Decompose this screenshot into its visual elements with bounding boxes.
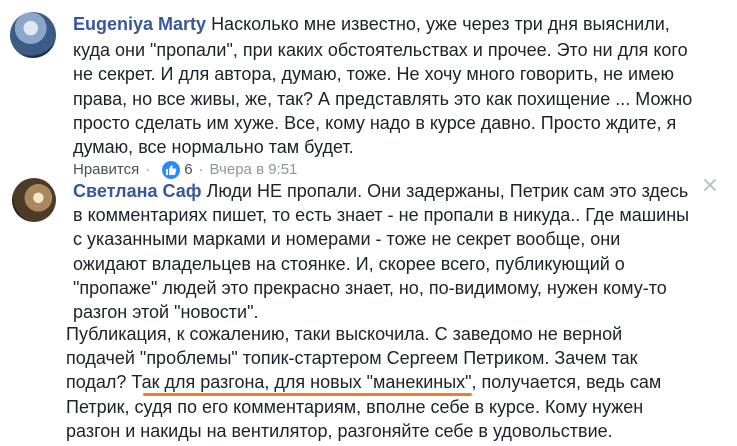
comment-1-line-3: не секрет. И для автора, думаю, тоже. Не… — [73, 64, 674, 84]
comment-1-line-5: просто сделать им хуже. Все, кому надо в… — [73, 113, 677, 133]
comment-1-line-4: права, но все живы, же, так? А представл… — [73, 89, 693, 109]
avatar[interactable] — [12, 178, 56, 222]
comment-1-line-6: думаю, все нормально там будет. — [73, 137, 354, 157]
reply-line-3: подал? Так для разгона, для новых "манек… — [66, 372, 662, 392]
like-link[interactable]: Нравится — [73, 161, 139, 179]
separator: · — [198, 161, 204, 178]
comment-1-text: Насколько мне известно, уже через три дн… — [211, 14, 670, 34]
comment-1-line-1: Eugeniya Marty Насколько мне известно, у… — [73, 12, 670, 36]
comment-2-line-3: с указанными марками и номерами - тоже н… — [73, 229, 621, 249]
comment-2-line-2: в комментариях пишет, то есть знает - не… — [73, 205, 690, 225]
reaction-count[interactable]: 6 — [184, 161, 192, 179]
close-icon[interactable] — [703, 178, 717, 192]
like-thumb-icon[interactable] — [162, 161, 181, 179]
reply-line-5: разгон и накиды на вентилятор, разгоняйт… — [66, 421, 613, 441]
reply-line-1: Публикация, к сожалению, таки выскочила.… — [66, 324, 623, 344]
author-name[interactable]: Eugeniya Marty — [73, 14, 206, 34]
separator: · — [145, 161, 151, 178]
comment-1-actions: Нравится · 6 · Вчера в 9:51 — [73, 161, 297, 179]
avatar[interactable] — [10, 12, 56, 58]
comment-1-line-2: куда они "пропали", при каких обстоятель… — [73, 40, 688, 60]
reply-line-2: подачей "проблемы" топик-стартером Серге… — [66, 348, 638, 368]
comment-2-line-5: "пропаже" людей это прекрасно знает, но,… — [73, 278, 667, 298]
comment-2-text: Люди НЕ пропали. Они задержаны, Петрик с… — [206, 181, 689, 201]
comment-2-line-1: Светлана Саф Люди НЕ пропали. Они задерж… — [73, 179, 688, 203]
comment-2-line-4: ожидают владельцев на стоянке. И, скорее… — [73, 254, 625, 274]
comment-2-line-6: разгон этой "новости". — [73, 302, 259, 322]
reply-line-4: Петрик, судя по его комментариям, вполне… — [66, 397, 644, 417]
author-name[interactable]: Светлана Саф — [73, 181, 202, 201]
timestamp[interactable]: Вчера в 9:51 — [210, 161, 298, 179]
